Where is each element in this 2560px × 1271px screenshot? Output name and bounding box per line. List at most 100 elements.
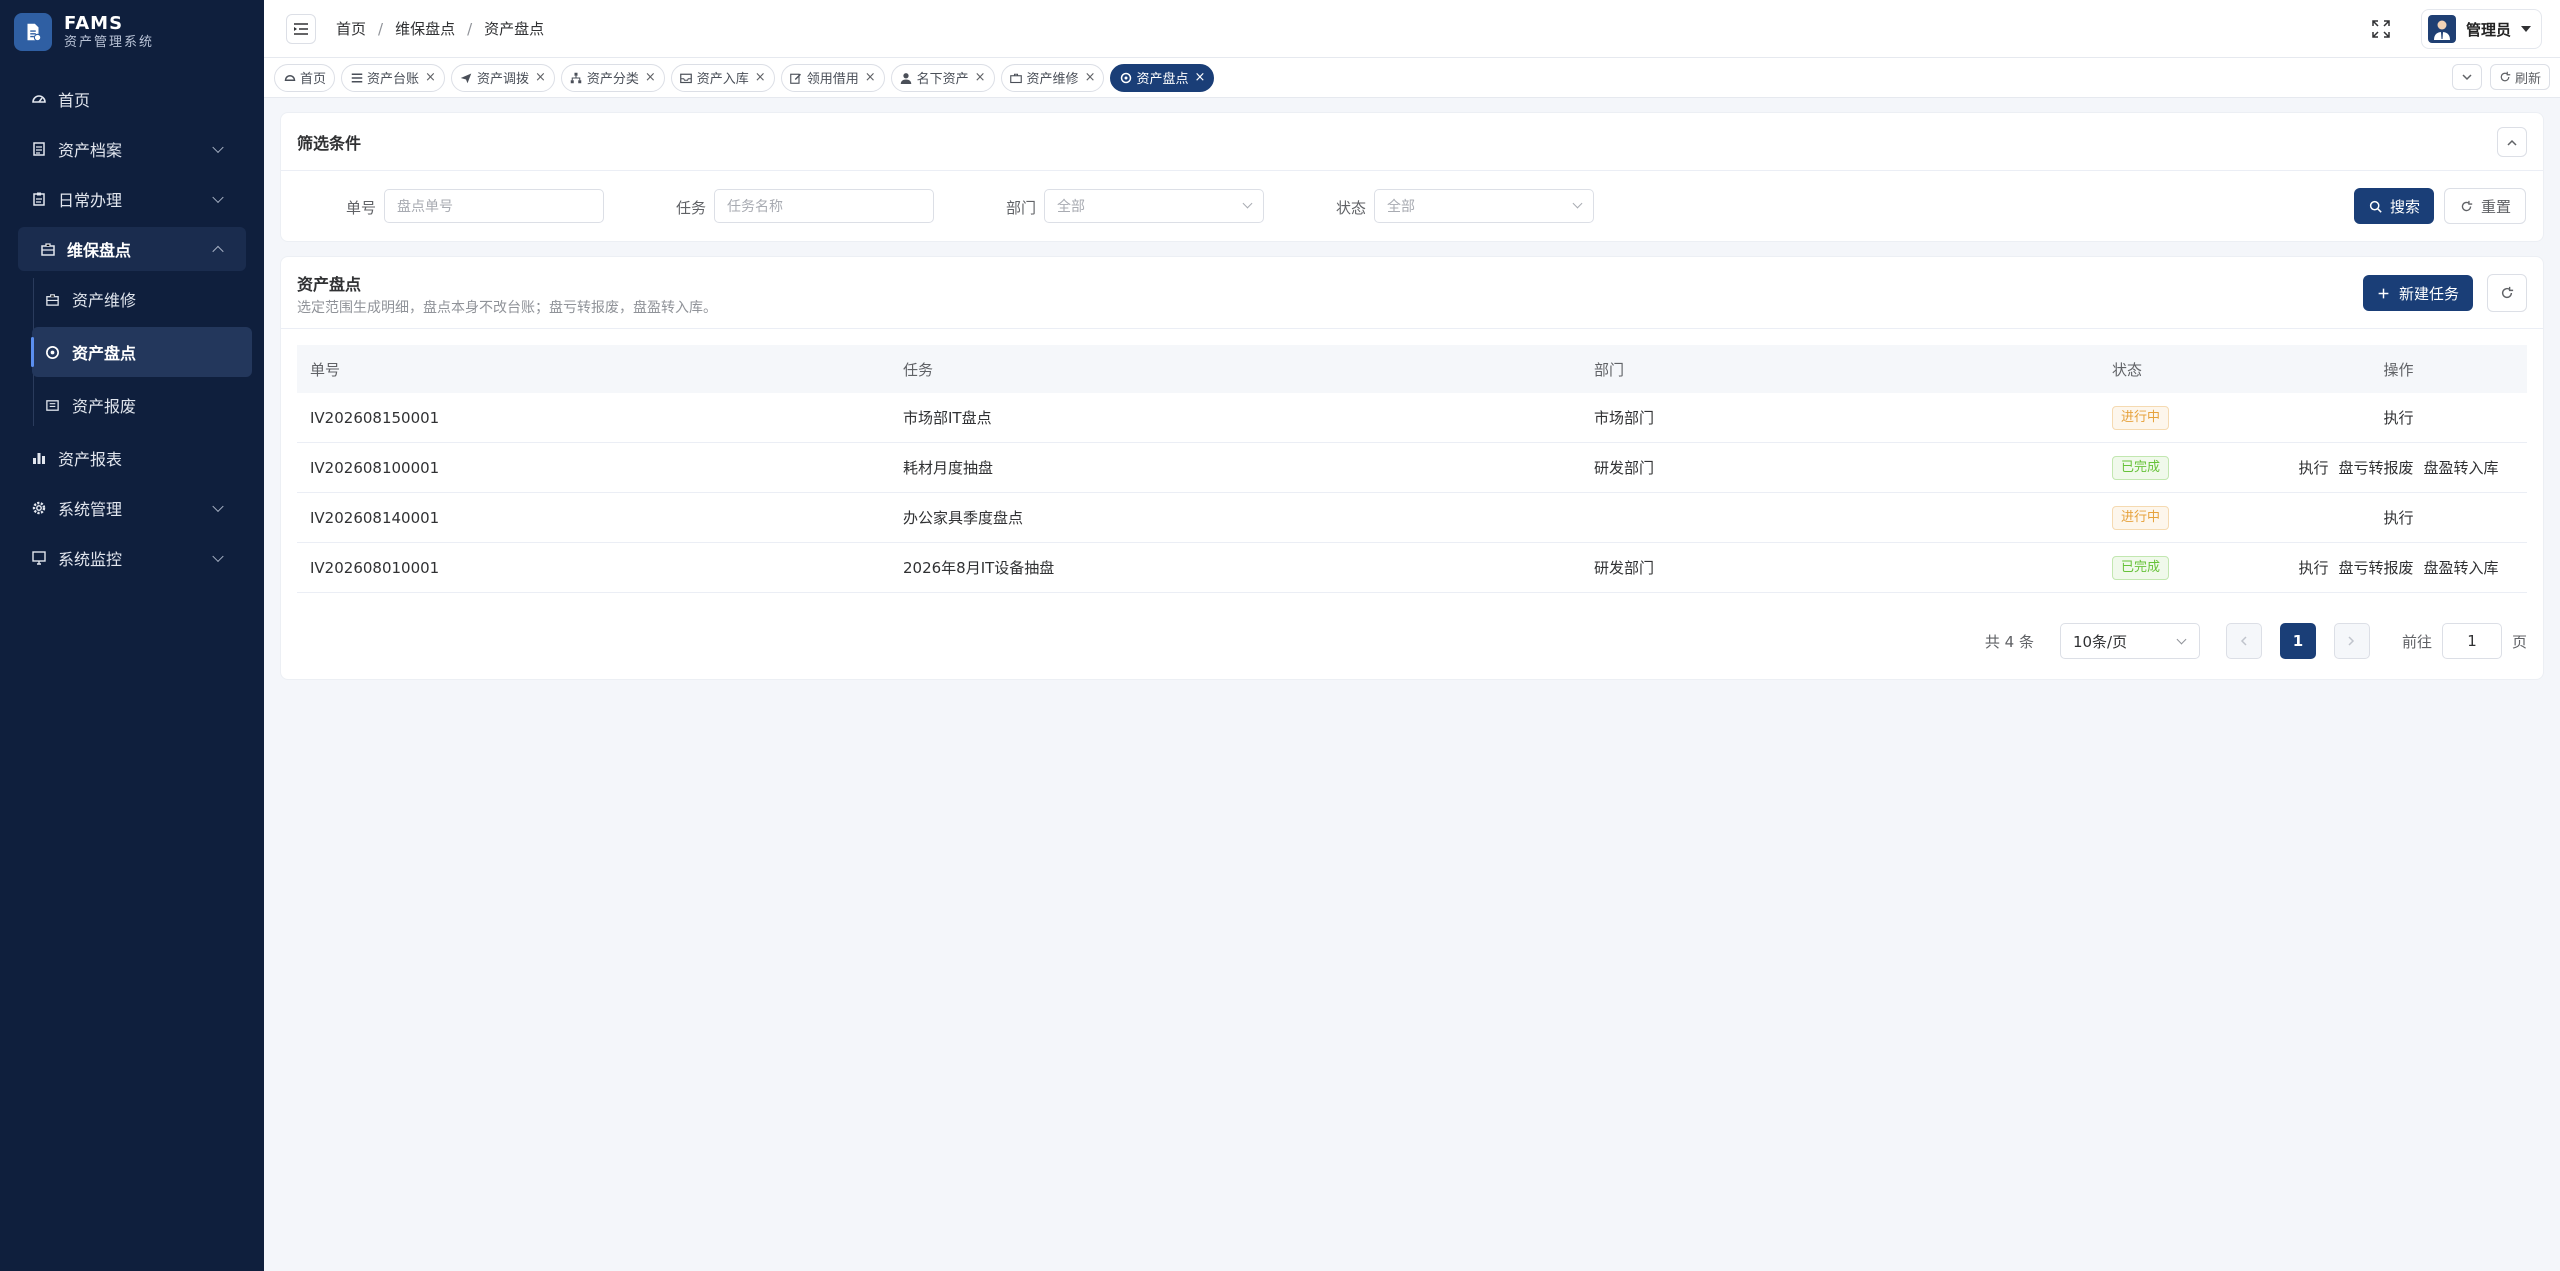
next-page-button[interactable] (2333, 623, 2370, 659)
breadcrumb-maintenance[interactable]: 维保盘点 (395, 18, 455, 39)
sidebar-item-label: 系统管理 (58, 500, 123, 519)
new-task-button[interactable]: 新建任务 (2362, 275, 2473, 311)
sidebar-item-asset-repair[interactable]: 资产维修 (32, 274, 252, 324)
briefcase-icon (39, 240, 57, 258)
cell-task: 市场部IT盘点 (903, 409, 992, 427)
sidebar-item-reports[interactable]: 资产报表 (0, 433, 264, 483)
table-row: IV202608010001 2026年8月IT设备抽盘 研发部门 已完成 执行… (297, 543, 2527, 593)
refresh-button[interactable]: 刷新 (2489, 64, 2550, 90)
reload-button[interactable] (2487, 274, 2527, 312)
user-menu[interactable]: 管理员 (2420, 9, 2542, 49)
sidebar-item-system-monitor[interactable]: 系统监控 (0, 533, 264, 583)
refresh-icon (2500, 71, 2511, 82)
cell-dept: 研发部门 (1594, 559, 1655, 577)
page-size-select[interactable]: 10条/页 (2059, 623, 2200, 659)
close-icon[interactable]: × (865, 70, 876, 85)
sidebar-item-asset-inventory[interactable]: 资产盘点 (31, 327, 252, 377)
menu-toggle-icon[interactable] (286, 13, 316, 44)
tab-asset-inbound[interactable]: 资产入库 × (670, 63, 775, 92)
cell-task: 2026年8月IT设备抽盘 (903, 559, 1055, 577)
fullscreen-icon[interactable] (2369, 17, 2393, 41)
dashboard-icon (30, 90, 48, 108)
app-title: FAMS (64, 13, 124, 35)
close-icon[interactable]: × (645, 70, 656, 85)
execute-link[interactable]: 执行 (2383, 507, 2413, 528)
col-header-id: 单号 (310, 360, 341, 379)
surplus-to-inbound-link[interactable]: 盘盈转入库 (2424, 557, 2499, 578)
table-card: 资产盘点 选定范围生成明细，盘点本身不改台账；盘亏转报废，盘盈转入库。 新建任务… (280, 256, 2544, 680)
execute-link[interactable]: 执行 (2383, 407, 2413, 428)
order-input[interactable]: 盘点单号 (384, 189, 604, 223)
page-number-current[interactable]: 1 (2279, 623, 2316, 659)
sidebar-item-maintenance[interactable]: 维保盘点 (18, 227, 246, 271)
dept-value: 全部 (1057, 199, 1085, 215)
reset-button[interactable]: 重置 (2444, 188, 2527, 224)
dept-select[interactable]: 全部 (1044, 189, 1264, 223)
chevron-up-icon (2507, 139, 2517, 146)
sidebar-item-home[interactable]: 首页 (0, 74, 264, 124)
breadcrumb-home[interactable]: 首页 (336, 18, 366, 39)
sidebar-item-asset-scrap[interactable]: 资产报废 (32, 380, 252, 430)
status-select[interactable]: 全部 (1374, 189, 1594, 223)
sidebar-item-daily[interactable]: 日常办理 (0, 174, 264, 224)
page-title: 资产盘点 (297, 275, 362, 294)
execute-link[interactable]: 执行 (2298, 457, 2328, 478)
loss-to-scrap-link[interactable]: 盘亏转报废 (2338, 557, 2413, 578)
close-icon[interactable]: × (535, 70, 546, 85)
filter-card: 筛选条件 单号 盘点单号 任务 任务名称 部门 全部 状态 全部 搜索 重置 (280, 112, 2544, 242)
tab-borrow[interactable]: 领用借用 × (780, 63, 885, 92)
target-icon (1119, 71, 1132, 84)
page-description: 选定范围生成明细，盘点本身不改台账；盘亏转报废，盘盈转入库。 (297, 300, 717, 316)
close-icon[interactable]: × (1194, 70, 1205, 85)
tabs-dropdown-button[interactable] (2451, 64, 2482, 90)
collapse-button[interactable] (2497, 127, 2527, 157)
close-icon[interactable]: × (975, 70, 986, 85)
sidebar-item-asset-archive[interactable]: 资产档案 (0, 124, 264, 174)
cell-task: 办公家具季度盘点 (903, 509, 1024, 527)
tab-asset-transfer[interactable]: 资产调拨 × (450, 63, 555, 92)
tab-label: 名下资产 (916, 72, 969, 87)
sitemap-icon (570, 71, 583, 84)
status-label: 状态 (1336, 199, 1367, 217)
loss-to-scrap-link[interactable]: 盘亏转报废 (2338, 457, 2413, 478)
execute-link[interactable]: 执行 (2298, 557, 2328, 578)
cell-id: IV202608010001 (310, 558, 440, 577)
tab-asset-inventory[interactable]: 资产盘点 × (1110, 63, 1215, 92)
tab-label: 领用借用 (806, 72, 859, 87)
chevron-down-icon (212, 550, 224, 563)
task-input[interactable]: 任务名称 (714, 189, 934, 223)
search-button[interactable]: 搜索 (2354, 188, 2435, 224)
tab-label: 首页 (300, 72, 327, 87)
tab-home[interactable]: 首页 (274, 63, 336, 92)
chevron-down-icon (1242, 198, 1253, 209)
tab-asset-repair[interactable]: 资产维修 × (1000, 63, 1105, 92)
inbox-icon (680, 71, 693, 84)
tab-label: 资产维修 (1026, 72, 1079, 87)
new-task-label: 新建任务 (2398, 284, 2459, 303)
tab-asset-category[interactable]: 资产分类 × (560, 63, 665, 92)
sidebar-item-system-settings[interactable]: 系统管理 (0, 483, 264, 533)
chevron-down-icon (212, 191, 224, 204)
surplus-to-inbound-link[interactable]: 盘盈转入库 (2424, 457, 2499, 478)
tab-label: 资产盘点 (1136, 72, 1189, 87)
tab-asset-ledger[interactable]: 资产台账 × (341, 63, 445, 92)
col-header-dept: 部门 (1594, 360, 1625, 379)
table-header: 单号 任务 部门 状态 操作 (297, 345, 2527, 393)
close-icon[interactable]: × (755, 70, 766, 85)
goto-label: 前往 (2401, 632, 2432, 651)
tab-my-assets[interactable]: 名下资产 × (890, 63, 995, 92)
close-icon[interactable]: × (425, 70, 436, 85)
total-count: 共 4 条 (1984, 632, 2034, 651)
chevron-down-icon (1572, 198, 1583, 209)
prev-page-button[interactable] (2225, 623, 2262, 659)
breadcrumb: 首页 / 维保盘点 / 资产盘点 (336, 18, 545, 39)
close-icon[interactable]: × (1085, 70, 1096, 85)
goto-page-input[interactable]: 1 (2441, 623, 2502, 659)
caret-down-icon (2521, 26, 2531, 32)
cell-dept: 研发部门 (1594, 459, 1655, 477)
gear-icon (30, 499, 48, 517)
sidebar-item-label: 资产档案 (58, 141, 123, 160)
logo-icon (14, 13, 52, 51)
refresh-icon (2459, 199, 2473, 213)
order-placeholder: 盘点单号 (397, 199, 453, 215)
